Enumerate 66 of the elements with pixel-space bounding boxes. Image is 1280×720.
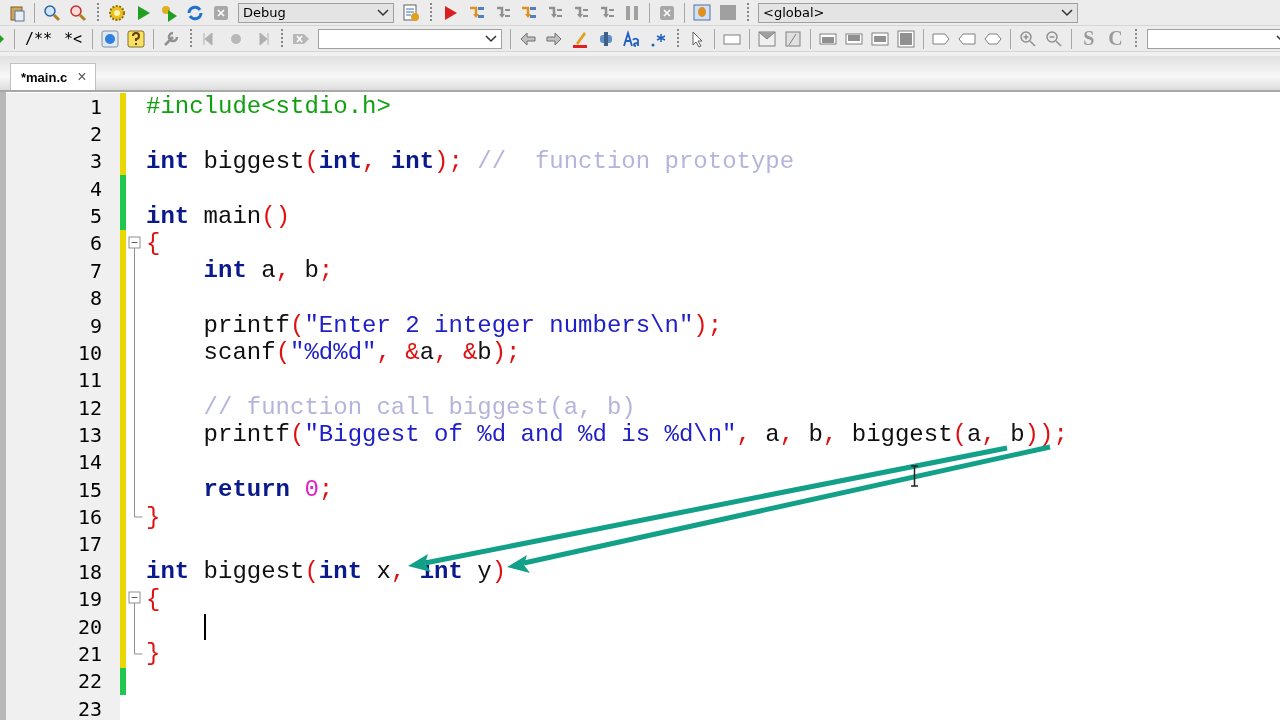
highlight-icon[interactable] [571,29,590,48]
line-number: 11 [6,366,120,394]
line-number: 7 [6,257,120,285]
code-line: scanf("%d%d", &a, &b); [202,339,521,367]
line-number: 8 [6,284,120,312]
code-line: } [146,640,161,668]
line-number: 22 [6,667,120,695]
line-number: 12 [6,393,120,422]
line-number: 5 [6,202,120,230]
match-case-icon[interactable] [623,29,642,48]
help-icon[interactable] [127,29,146,48]
close-icon[interactable]: × [77,68,87,86]
line-number: 10 [6,339,120,367]
line-number: 9 [6,311,120,340]
zoom-in-icon[interactable] [1019,29,1038,48]
line-number: 2 [6,120,120,148]
chevron-down-icon [377,8,389,17]
shape-icon[interactable] [784,29,803,48]
dropdown[interactable] [1146,28,1280,49]
close-icon[interactable] [658,3,676,22]
wrench-icon[interactable] [162,29,181,48]
line-number: 19 [6,585,120,613]
line-number: 18 [6,558,120,586]
chevron-down-icon [1061,8,1073,17]
gear-icon[interactable] [108,3,126,22]
comment-button[interactable]: *< [62,29,85,48]
shape-icon[interactable] [758,29,777,48]
zoom-out-icon[interactable] [1045,29,1064,48]
close-icon[interactable] [212,3,230,22]
code-line: { [146,585,161,613]
search-icon[interactable] [69,3,87,22]
line-number: 17 [6,530,120,559]
line-number: 3 [6,147,120,176]
line-number: 20 [6,612,120,641]
code-line: printf("Biggest of %d and %d is %d\n", a, b, biggest(a, b)); [202,421,1068,449]
line-number: 6 [6,229,120,258]
line-number: 14 [6,448,120,477]
build-target-dropdown[interactable]: Debug [238,2,394,23]
line-number: 4 [6,175,120,203]
search-icon[interactable] [43,3,61,22]
shape-icon[interactable] [871,29,890,48]
code-line: int main() [146,202,291,230]
code-line: #include<stdio.h> [146,93,391,121]
clipboard-icon[interactable] [8,3,26,22]
text-cursor-icon [910,465,919,487]
chevron-down-icon [485,34,498,43]
line-number: 21 [6,640,120,668]
line-number: 16 [6,503,120,531]
line-number: 15 [6,476,120,504]
line-number: 13 [6,421,120,449]
code-line: return 0; [202,476,334,504]
code-line: printf("Enter 2 integer numbers\n"); [202,312,723,340]
file-tab[interactable]: *main.c × [10,63,96,90]
line-number: 1 [6,93,120,121]
pause-icon[interactable] [623,3,641,22]
code-line: } [146,503,161,531]
code-line: int biggest(int, int); // function prototype [146,147,795,175]
search-dropdown[interactable] [318,28,503,49]
refresh-icon[interactable] [186,3,204,22]
code-line: // function call biggest(a, b) [202,394,636,422]
code-line: { [146,229,161,257]
line-number: 23 [6,694,120,720]
comment-button[interactable]: /** [23,29,55,48]
shape-icon[interactable] [897,29,916,48]
code-line: int a, b; [202,257,334,285]
scope-dropdown[interactable]: <global> [758,2,1078,23]
